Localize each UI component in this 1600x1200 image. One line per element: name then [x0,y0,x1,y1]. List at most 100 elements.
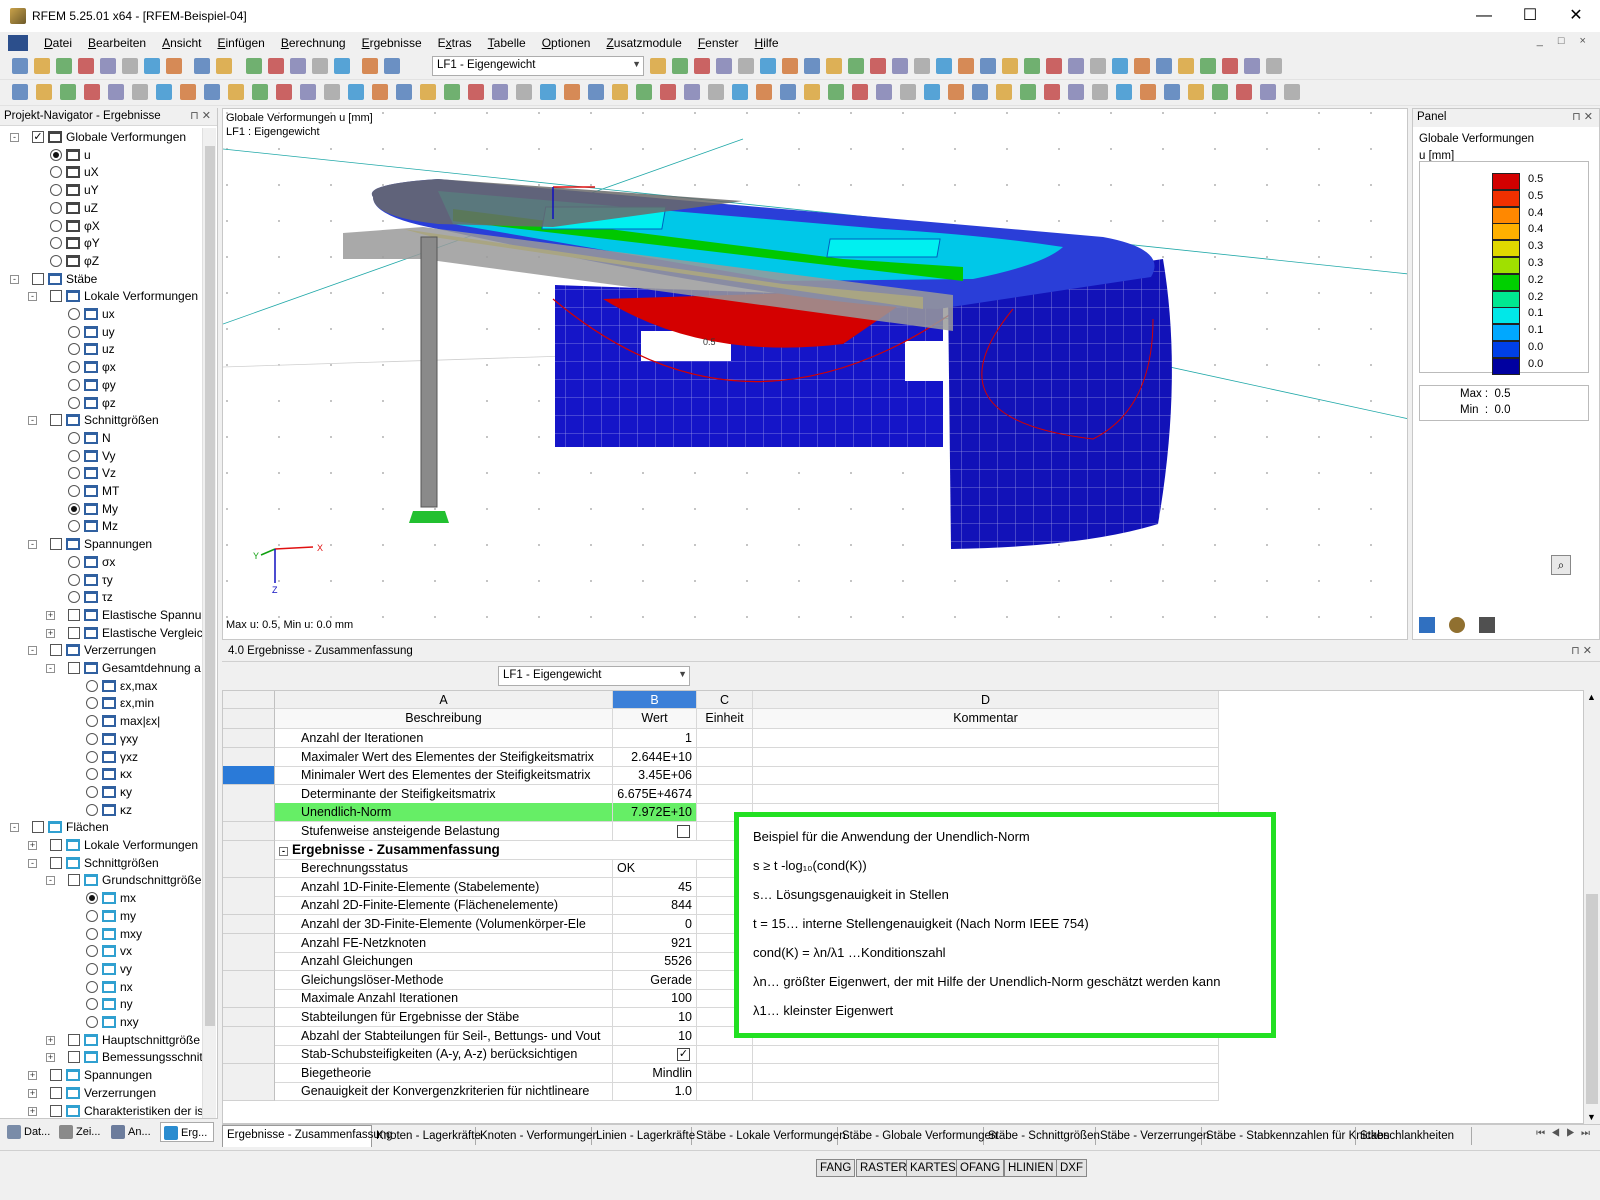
tree-radio[interactable] [68,378,80,391]
results-pin-close[interactable]: ⊓ ✕ [1571,644,1592,657]
tree-radio[interactable] [50,184,62,197]
tree-checkbox[interactable] [68,662,80,674]
tree-radio[interactable] [86,697,98,710]
tree-checkbox[interactable] [68,874,80,887]
tree-item[interactable]: max|εx| [0,712,202,730]
toolbar-tool-icon[interactable] [1200,58,1216,74]
unit-cell[interactable] [697,1045,753,1065]
tree-item[interactable]: My [0,500,202,518]
column-letter[interactable]: C [697,691,753,709]
tree-item[interactable]: Mz [0,517,202,535]
results-tab[interactable]: Linien - Lagerkräfte [592,1127,695,1145]
toolbar-tool-icon[interactable] [780,84,796,100]
value-checkbox[interactable]: ✓ [677,1048,690,1062]
tree-item[interactable]: + Bemessungsschnit [0,1048,202,1066]
value-cell[interactable]: 6.675E+4674 [613,784,697,804]
toolbar-tool-icon[interactable] [444,84,460,100]
value-cell[interactable]: 921 [613,933,697,953]
toolbar-tool-icon[interactable] [612,84,628,100]
toolbar-tool-icon[interactable] [1164,84,1180,100]
toolbar-tool-icon[interactable] [870,58,886,74]
toolbar-tool-icon[interactable] [468,84,484,100]
tree-item[interactable]: uY [0,181,202,199]
description-cell[interactable]: Genauigkeit der Konvergenzkriterien für … [275,1082,613,1102]
tab-scroll-arrows[interactable]: ⏮◀▶⏭ [1536,1128,1596,1139]
toolbar-tool-icon[interactable] [804,84,820,100]
status-toggle-kartes[interactable]: KARTES [906,1159,960,1177]
toolbar-tool-icon[interactable] [732,84,748,100]
menu-optionen[interactable]: Optionen [534,36,599,50]
tree-item[interactable]: nx [0,978,202,996]
tree-item[interactable]: Vy [0,447,202,465]
toolbar-tool-icon[interactable] [588,84,604,100]
menu-einfügen[interactable]: Einfügen [209,36,272,50]
description-cell[interactable]: Stufenweise ansteigende Belastung [275,822,613,841]
tree-item[interactable]: ny [0,995,202,1013]
tree-item[interactable]: mxy [0,925,202,943]
toolbar-tool-icon[interactable] [760,58,776,74]
tree-item[interactable]: εx,min [0,694,202,712]
collapse-icon[interactable]: - [28,646,37,656]
toolbar-tool-icon[interactable] [122,58,138,74]
row-header[interactable] [223,859,275,879]
description-cell[interactable]: Biegetheorie [275,1063,613,1083]
toolbar-tool-icon[interactable] [782,58,798,74]
tree-item[interactable]: - Schnittgrößen [0,411,202,429]
toolbar-tool-icon[interactable] [650,58,666,74]
tree-radio[interactable] [86,1016,98,1028]
menu-extras[interactable]: Extras [430,36,480,50]
tree-radio[interactable] [86,785,98,798]
collapse-icon[interactable]: - [28,416,37,426]
description-cell[interactable]: Maximaler Wert des Elementes der Steifig… [275,747,613,767]
description-cell[interactable]: Anzahl 1D-Finite-Elemente (Stabelemente) [275,877,613,897]
value-cell[interactable]: 0 [613,915,697,934]
toolbar-tool-icon[interactable] [156,84,172,100]
tree-radio[interactable] [86,998,98,1011]
navigator-scrollbar[interactable] [202,128,216,1118]
tree-checkbox[interactable] [50,1069,62,1082]
tab-zeigen[interactable]: Zei... [56,1122,106,1142]
menu-ansicht[interactable]: Ansicht [154,36,209,50]
tree-item[interactable]: κz [0,801,202,819]
tree-item[interactable]: - Spannungen [0,535,202,553]
toolbar-tool-icon[interactable] [914,58,930,74]
value-cell[interactable]: Gerade [613,970,697,990]
tree-checkbox[interactable]: ✓ [32,131,44,143]
row-header[interactable] [223,803,275,823]
tree-item[interactable]: uy [0,323,202,341]
tree-radio[interactable] [68,555,80,568]
toolbar-tool-icon[interactable] [672,58,688,74]
tree-radio[interactable] [68,467,80,480]
tree-item[interactable]: - Verzerrungen [0,641,202,659]
toolbar-tool-icon[interactable] [1044,84,1060,100]
expand-icon[interactable]: + [28,841,37,850]
collapse-icon[interactable]: - [10,133,19,142]
model-viewport[interactable]: Globale Verformungen u [mm] LF1 : Eigeng… [222,108,1408,640]
loadcase-select[interactable]: LF1 - Eigengewicht ▼ [432,56,644,76]
scroll-up-icon[interactable]: ▲ [1587,692,1596,702]
value-cell[interactable]: OK [613,859,697,879]
toolbar-tool-icon[interactable] [1092,84,1108,100]
column-header[interactable]: Beschreibung [275,709,613,729]
toolbar-tool-icon[interactable] [1024,58,1040,74]
toolbar-tool-icon[interactable] [980,58,996,74]
row-header[interactable] [223,952,275,972]
tree-radio[interactable] [86,945,98,958]
tree-radio[interactable] [50,254,62,267]
tree-item[interactable]: vy [0,960,202,978]
row-header[interactable] [223,729,275,748]
toolbar-tool-icon[interactable] [848,58,864,74]
tree-item[interactable]: τz [0,588,202,606]
expand-icon[interactable]: + [46,628,55,638]
results-tab[interactable]: Stäbe - Schnittgrößen [984,1127,1100,1145]
results-loadcase-select[interactable]: LF1 - Eigengewicht ▼ [498,666,690,686]
toolbar-tool-icon[interactable] [1046,58,1062,74]
tab-daten[interactable]: Dat... [4,1122,54,1142]
collapse-icon[interactable]: - [46,876,55,886]
column-header[interactable]: Kommentar [753,709,1219,729]
unit-cell[interactable] [697,766,753,786]
navigator-pin-close[interactable]: ⊓ ✕ [190,109,211,122]
toolbar-tool-icon[interactable] [694,58,710,74]
unit-cell[interactable] [697,1063,753,1083]
toolbar-tool-icon[interactable] [996,84,1012,100]
